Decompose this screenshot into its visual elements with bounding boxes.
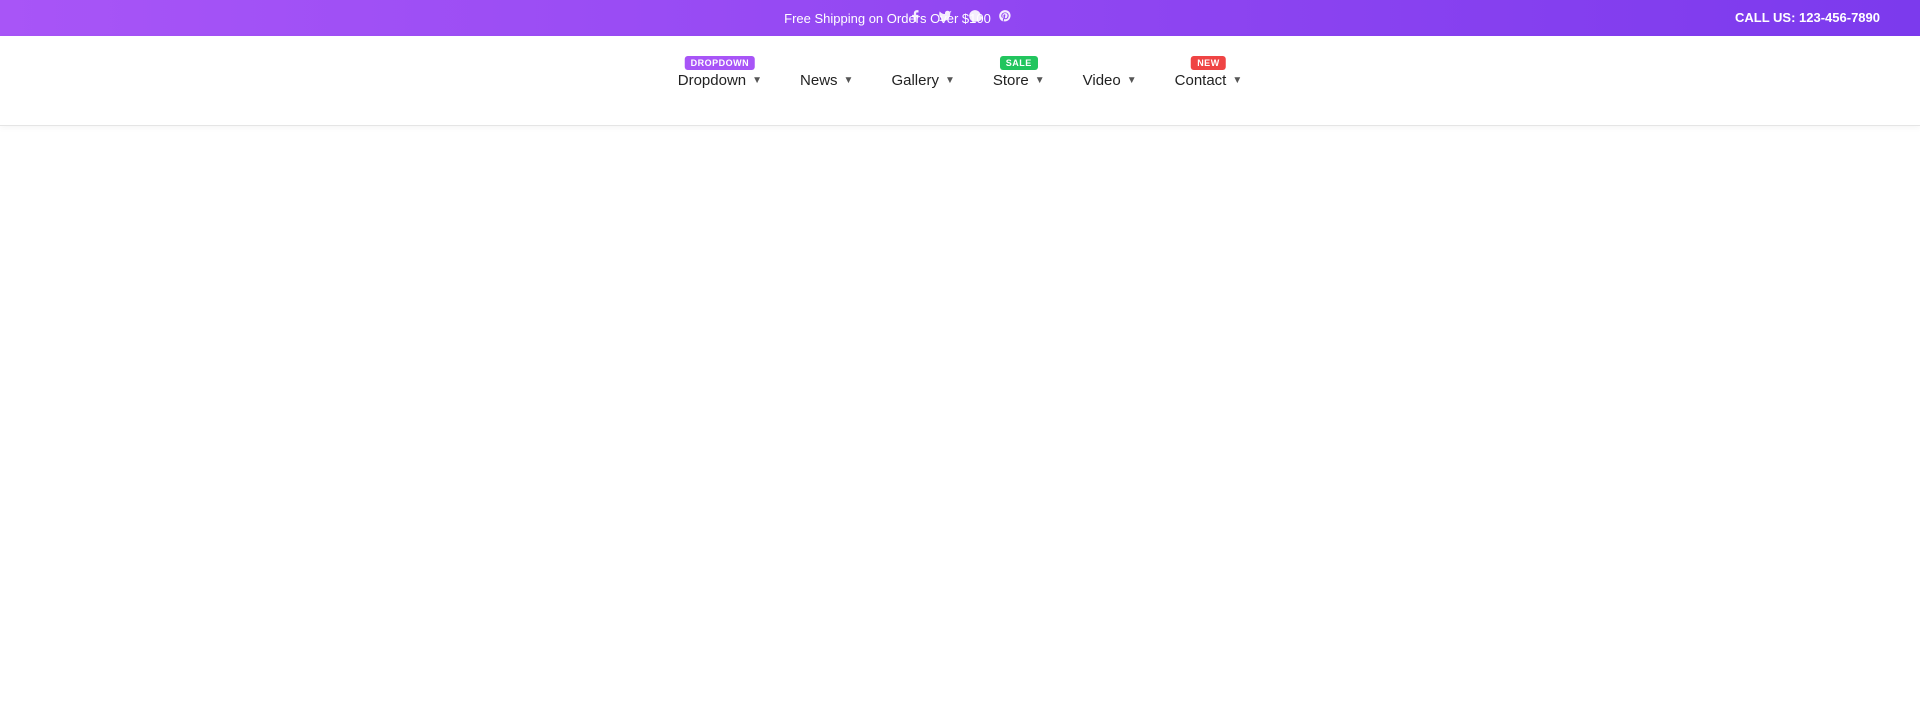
nav-item-dropdown[interactable]: DROPDOWN Dropdown ▼ [664,64,776,97]
top-bar: Free Shipping on Orders Over $100 CALL U… [0,0,1920,36]
nav-label-news: News [800,72,838,89]
facebook-icon[interactable] [908,9,922,27]
nav-label-gallery: Gallery [891,72,939,89]
nav-label-dropdown: Dropdown [678,72,746,89]
nav-item-gallery[interactable]: Gallery ▼ [877,64,968,97]
phone-text: CALL US: 123-456-7890 [1735,9,1880,27]
nav-items: DROPDOWN Dropdown ▼ News ▼ Gallery ▼ SAL… [664,64,1257,97]
nav-bar: DROPDOWN Dropdown ▼ News ▼ Gallery ▼ SAL… [0,36,1920,126]
chevron-icon-gallery: ▼ [945,75,955,86]
nav-label-contact: Contact [1175,72,1227,89]
chevron-icon-contact: ▼ [1232,75,1242,86]
nav-item-video[interactable]: Video ▼ [1069,64,1151,97]
chevron-icon-video: ▼ [1127,75,1137,86]
nav-label-store: Store [993,72,1029,89]
social-icons-group [908,9,1012,27]
twitter-icon[interactable] [938,9,952,27]
badge-sale: SALE [1000,56,1038,70]
main-content [0,126,1920,706]
nav-item-contact[interactable]: NEW Contact ▼ [1161,64,1257,97]
chevron-icon-news: ▼ [844,75,854,86]
chevron-icon-store: ▼ [1035,75,1045,86]
shipping-text: Free Shipping on Orders Over $100 [40,11,1735,26]
call-us-label: CALL US: 123-456-7890 [1735,10,1880,25]
pinterest-icon[interactable] [998,9,1012,27]
nav-item-store[interactable]: SALE Store ▼ [979,64,1059,97]
nav-label-video: Video [1083,72,1121,89]
badge-new: NEW [1191,56,1226,70]
skype-icon[interactable] [968,9,982,27]
chevron-icon-dropdown: ▼ [752,75,762,86]
nav-item-news[interactable]: News ▼ [786,64,867,97]
badge-dropdown: DROPDOWN [685,56,756,70]
